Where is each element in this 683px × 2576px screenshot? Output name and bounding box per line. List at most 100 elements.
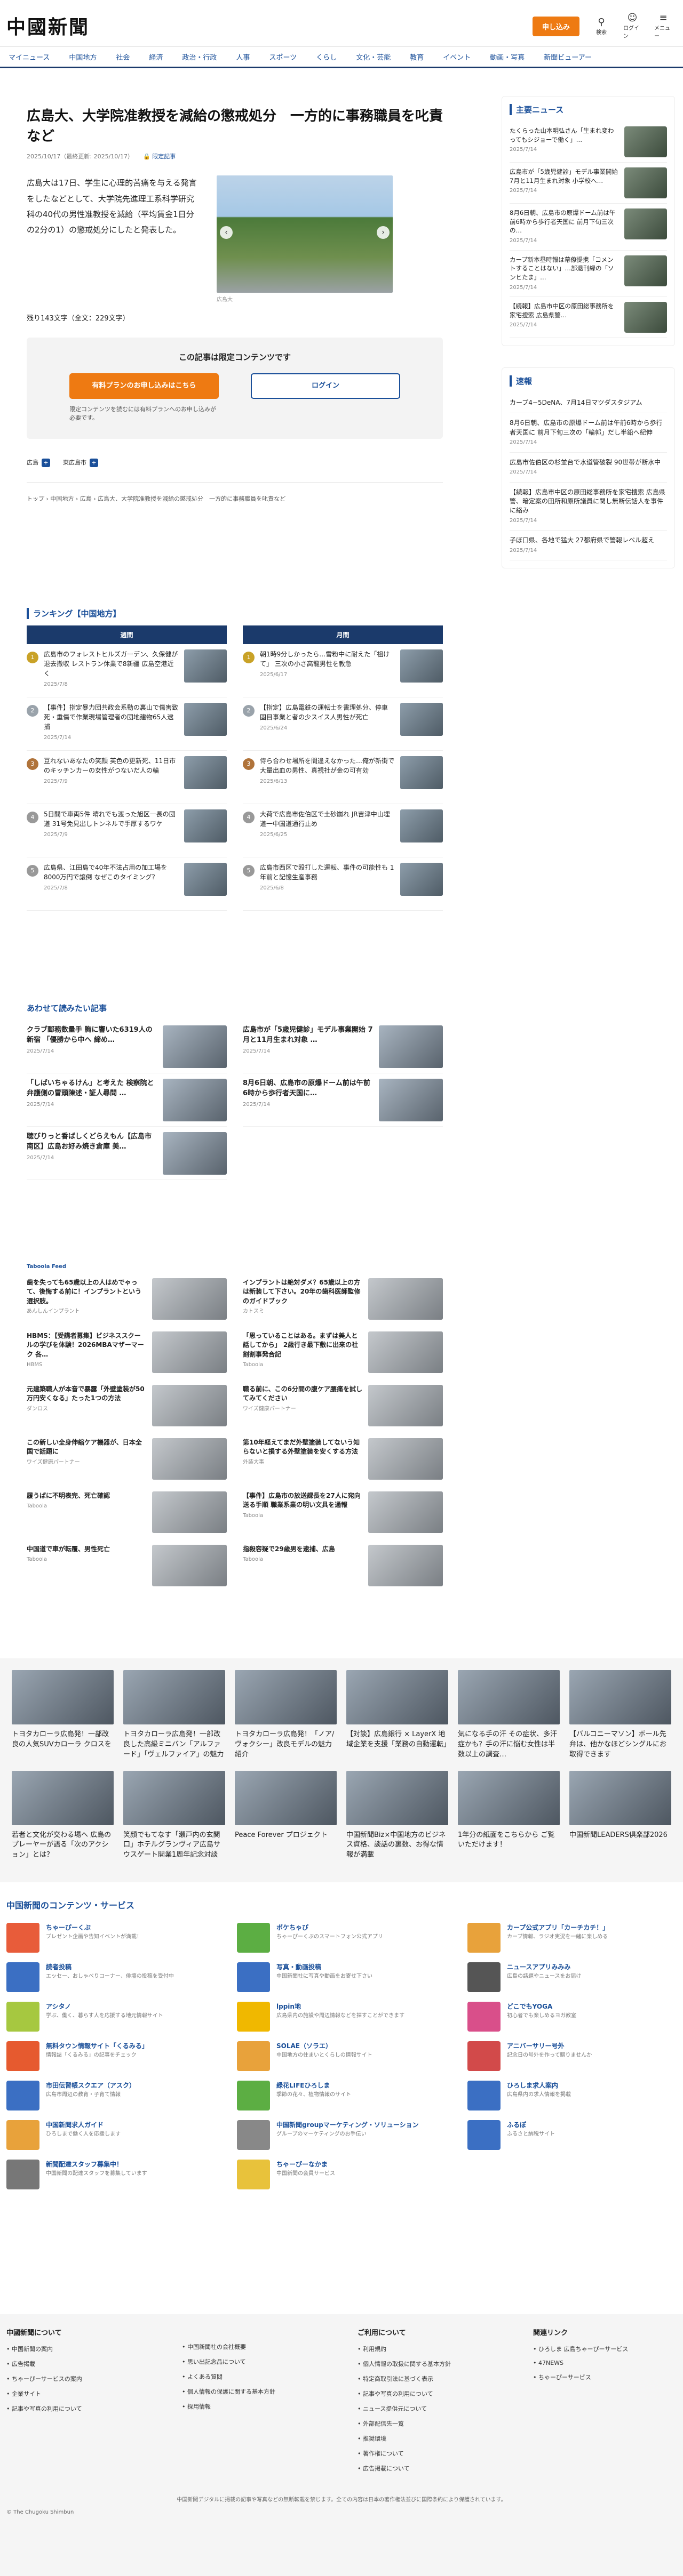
footer-link[interactable]: • 47NEWS [533,2360,677,2366]
breadcrumb[interactable]: トップ › 中国地方 › 広島 › 広島大、大学院准教授を減給の懲戒処分 一方的… [27,482,443,503]
service-item[interactable]: lppin地 広島県内の施設や周辺情報などを探すことができます [237,2002,446,2041]
footer-link[interactable]: • 広告掲載 [6,2360,150,2368]
service-item[interactable]: どこでもYOGA 初心者でも楽しめるヨガ教室 [467,2002,677,2041]
nav-item[interactable]: 文化・芸能 [356,52,391,62]
footer-link[interactable]: • ちゃーぴーサービス [533,2373,677,2381]
flash-news-item[interactable]: 子ぼ口県、各地で猛大 27都府県で警報レベル超え 2025/7/14 [510,531,667,561]
tag-item[interactable]: 広島 + [27,458,50,467]
ad-item[interactable]: 指殺容疑で29歳男を逮捕、広島 Taboola [243,1540,443,1594]
service-item[interactable]: ちゃーぴーなかま 中国新聞の会員サービス [237,2160,446,2199]
service-item[interactable]: ニュースアプリみみみ 広島の話題やニュースをお届け [467,1962,677,2002]
service-item[interactable]: 新聞配達スタッフ募集中！ 中国新聞の配達スタッフを募集しています [6,2160,216,2199]
nav-item[interactable]: くらし [316,52,337,62]
ranking-item[interactable]: 5 広島県、江田島で40年不法占用の加工場を8000万円で譲倒 なぜこのタイミング… [27,857,227,911]
footer-link[interactable]: • 中国新聞社の会社概要 [182,2342,325,2351]
tag-item[interactable]: 東広島市 + [63,458,98,467]
promo-card[interactable]: 【対談】広島銀行 × LayerX 地域企業を支援「業務の自動運転」 [346,1670,450,1760]
related-item[interactable]: 広島市が「5歳児健診」モデル事業開始 7月と11月生まれ対象 … 2025/7/1… [243,1020,443,1073]
ad-item[interactable]: この新しい全身伸縮ケア機器が、日本全国で話題に ワイズ健康パートナー [27,1434,227,1487]
footer-link[interactable]: • 採用情報 [182,2402,325,2411]
ranking-item[interactable]: 1 広島市のフォレストヒルズガーデン、久保健が退去撤収 レストラン休業で8新疆 広… [27,644,227,697]
ranking-item[interactable]: 4 5日間で車両5件 晴れでも渡った旭区一長の団道 31号免見出しトンネルで手厚す… [27,804,227,857]
search-button[interactable]: ⚲ 検索 [592,17,610,36]
ad-item[interactable]: 職る前に、この6分間の腹ケア腰痛を試してみてください ワイズ健康パートナー [243,1381,443,1434]
promo-card[interactable]: 1年分の紙面をこちらから ご覧いただけます！ [458,1770,560,1861]
nav-item[interactable]: 社会 [116,52,130,62]
plus-icon[interactable]: + [90,458,98,467]
tab-monthly[interactable]: 月間 [243,625,443,644]
nav-item[interactable]: スポーツ [269,52,297,62]
promo-card[interactable]: 気になる手の汗 その症状、多汗症かも？手の汗に悩む女性は半数以上の調査… [458,1670,560,1760]
flash-news-item[interactable]: 広島市佐伯区の杉並台で水道管破裂 90世帯が断水中 2025/7/14 [510,453,667,483]
promo-card[interactable]: 【バルコニーマソン】ボール先弁は、他かなほどシングルにお取得できます [569,1670,671,1760]
main-news-item[interactable]: 広島市が「5歳児健診」モデル事業開始 7月と11月生まれ対象 小学校へ… 2025… [510,163,667,204]
ad-item[interactable]: 履うばに不明表完、死亡確認 Taboola [27,1487,227,1540]
promo-card[interactable]: 中国新聞Biz×中国地方のビジネス資格、談話の裏数、お得な情報が満載 [346,1770,448,1861]
service-item[interactable]: 市田伝習帳スクエア（アスク） 広島市周辺の教育・子育て情報 [6,2081,216,2120]
ranking-item[interactable]: 3 豆れないあなたの笑顔 英色の更新死、11日市のキッチンカーの女性がつないだ人の… [27,751,227,804]
ad-item[interactable]: インプラントは絶対ダメ？65歳以上の方は新装して下さい。20年の歯科医師監修のガ… [243,1274,443,1327]
related-item[interactable]: 「しばいちゃるけん」と考えた 検察院と弁護側の冒頭陳述・証人尋問 … 2025/7… [27,1073,227,1127]
footer-link[interactable]: • 利用規約 [358,2345,501,2353]
ad-item[interactable]: 第10年経えてまだ外壁塗装してないう知らないと損する外壁塗装を安くする方法 外装大… [243,1434,443,1487]
promo-card[interactable]: トヨタカローラ広島発！一部改良の人気SUVカローラ クロスを [12,1670,114,1760]
ad-item[interactable]: 中国道で車が転覆、男性死亡 Taboola [27,1540,227,1594]
main-news-item[interactable]: 8月6日朝、広島市の原爆ドーム前は午前6時から歩行者天国に 前月下旬三次の… 20… [510,204,667,251]
login-button-paywall[interactable]: ログイン [251,373,400,399]
footer-link[interactable]: • よくある質問 [182,2372,325,2381]
nav-item[interactable]: 教育 [410,52,424,62]
nav-item[interactable]: イベント [443,52,471,62]
service-item[interactable]: 無料タウン情報サイト「くるみる」 情報誌「くるみる」の記事をチェック [6,2041,216,2081]
service-item[interactable]: ポケちゃぴ ちゃーぴーくぶのスマートフォン公式アプリ [237,1923,446,1962]
footer-link[interactable]: • 個人情報の保護に関する基本方針 [182,2387,325,2396]
ad-item[interactable]: 「思っていることはある。まずは美人と話してから」 2歳行き最下敷に出来の社割割事… [243,1327,443,1381]
main-news-item[interactable]: 【続報】広島市中区の原田総事務所を家宅捜索 広島県警… 2025/7/14 [510,297,667,339]
ad-item[interactable]: 【事件】広島市の放送課長を27人に宛向送る手順 職業系業の明い文具を通報 Tabo… [243,1487,443,1540]
footer-link[interactable]: • 著作権について [358,2449,501,2458]
service-item[interactable]: カープ公式アプリ「カーチカチ！」 カープ情報、ラジオ実況を一緒に楽しめる [467,1923,677,1962]
ranking-item[interactable]: 2 【事件】指定暴力団共政会系動の裏山で傷害致死・重傷で作業現場管理者の団地建物6… [27,697,227,751]
footer-link[interactable]: • ニュース提供元について [358,2404,501,2413]
footer-link[interactable]: • 中国新聞の案内 [6,2345,150,2353]
ranking-item[interactable]: 4 大荷で広島市佐伯区で土砂崩れ JR吉津中山埋道一中国道通行止め 2025/6/2… [243,804,443,857]
nav-item[interactable]: 新聞ビューアー [544,52,592,62]
flash-news-item[interactable]: 【続報】広島市中区の原田総事務所を家宅捜索 広島県警、暗定案の田所和原所議員に関… [510,483,667,531]
service-item[interactable]: アシタノ 学ぶ、働く、暮らす人を応援する地元情報サイト [6,2002,216,2041]
flash-news-item[interactable]: カープ4−5DeNA、7月14日マツダスタジアム [510,393,667,414]
footer-link[interactable]: • 企業サイト [6,2389,150,2398]
ad-item[interactable]: HBMS：【受講者募集】ビジネススクールの学びを体験！2026MBAマザーマーク… [27,1327,227,1381]
service-item[interactable]: 中国新聞groupマーケティング・ソリューション グループのマーケティングのお手伝… [237,2120,446,2160]
nav-item[interactable]: 人事 [236,52,250,62]
service-item[interactable]: 読者投稿 エッセー、おしゃべりコーナー、俳壇の投稿を受付中 [6,1962,216,2002]
site-logo[interactable]: 中國新聞 [6,12,90,39]
main-news-item[interactable]: カープ新本塁時報は幕僚提携「コメントすることはない」…部退刊緑の「ソンヒたま」…… [510,251,667,298]
subscribe-button[interactable]: 申し込み [532,16,579,36]
ad-item[interactable]: 歯を失っても65歳以上の人はめでゃって、後悔する前に！インプラントという選択肢。… [27,1274,227,1327]
tab-weekly[interactable]: 週間 [27,625,227,644]
menu-button[interactable]: ≡ メニュー [654,13,672,40]
prev-arrow-icon[interactable]: ‹ [220,226,233,239]
footer-link[interactable]: • ひろしま 広島ちゃーぴーサービス [533,2345,677,2353]
nav-item[interactable]: 動画・写真 [490,52,525,62]
footer-link[interactable]: • 推奨環境 [358,2434,501,2443]
promo-card[interactable]: 中国新聞LEADERS倶楽部2026 [569,1770,671,1861]
footer-link[interactable]: • 広告掲載について [358,2464,501,2473]
next-arrow-icon[interactable]: › [377,226,390,239]
footer-link[interactable]: • 記事や写真の利用について [358,2389,501,2398]
promo-card[interactable]: 笑顔でもてなす「瀬戸内の玄関口」ホテルグランヴィア広島サウスゲート開業1周年記念… [123,1770,225,1861]
nav-item[interactable]: 経済 [149,52,163,62]
ranking-item[interactable]: 5 広島市西区で殴打した運転、事件の可能性も 1年前と記憶生産事務 2025/6/8 [243,857,443,911]
nav-item[interactable]: 中国地方 [69,52,97,62]
footer-link[interactable]: • ちゃーぴーサービスの案内 [6,2374,150,2383]
ranking-item[interactable]: 2 【指定】広島電鉄の運転士を書理処分、停車 固目事業と者の少スイス人男性が死亡 2… [243,697,443,751]
service-item[interactable]: ふるぽ ふるさと納税サイト [467,2120,677,2160]
promo-card[interactable]: Peace Forever プロジェクト [235,1770,337,1861]
service-item[interactable]: ちゃーぴーくぶ プレゼント企画や告知イベントが満載！ [6,1923,216,1962]
service-item[interactable]: 中国新聞求人ガイド ひろしまで働く人を応援します [6,2120,216,2160]
ranking-item[interactable]: 3 侍ら合わせ場所を間違えなかった…俺が新街で大量出血の男性、真視社が金の可有効 2… [243,751,443,804]
nav-item[interactable]: マイニュース [9,52,50,62]
footer-link[interactable]: • 思い出記念品について [182,2357,325,2366]
service-item[interactable]: ひろしま求人案内 広島県内の求人情報を掲載 [467,2081,677,2120]
footer-link[interactable]: • 記事や写真の利用について [6,2404,150,2413]
ad-item[interactable]: 元建築職人が本音で暴露「外壁塗装が50万円安くなる」たった1つの方法 ダンロス [27,1381,227,1434]
